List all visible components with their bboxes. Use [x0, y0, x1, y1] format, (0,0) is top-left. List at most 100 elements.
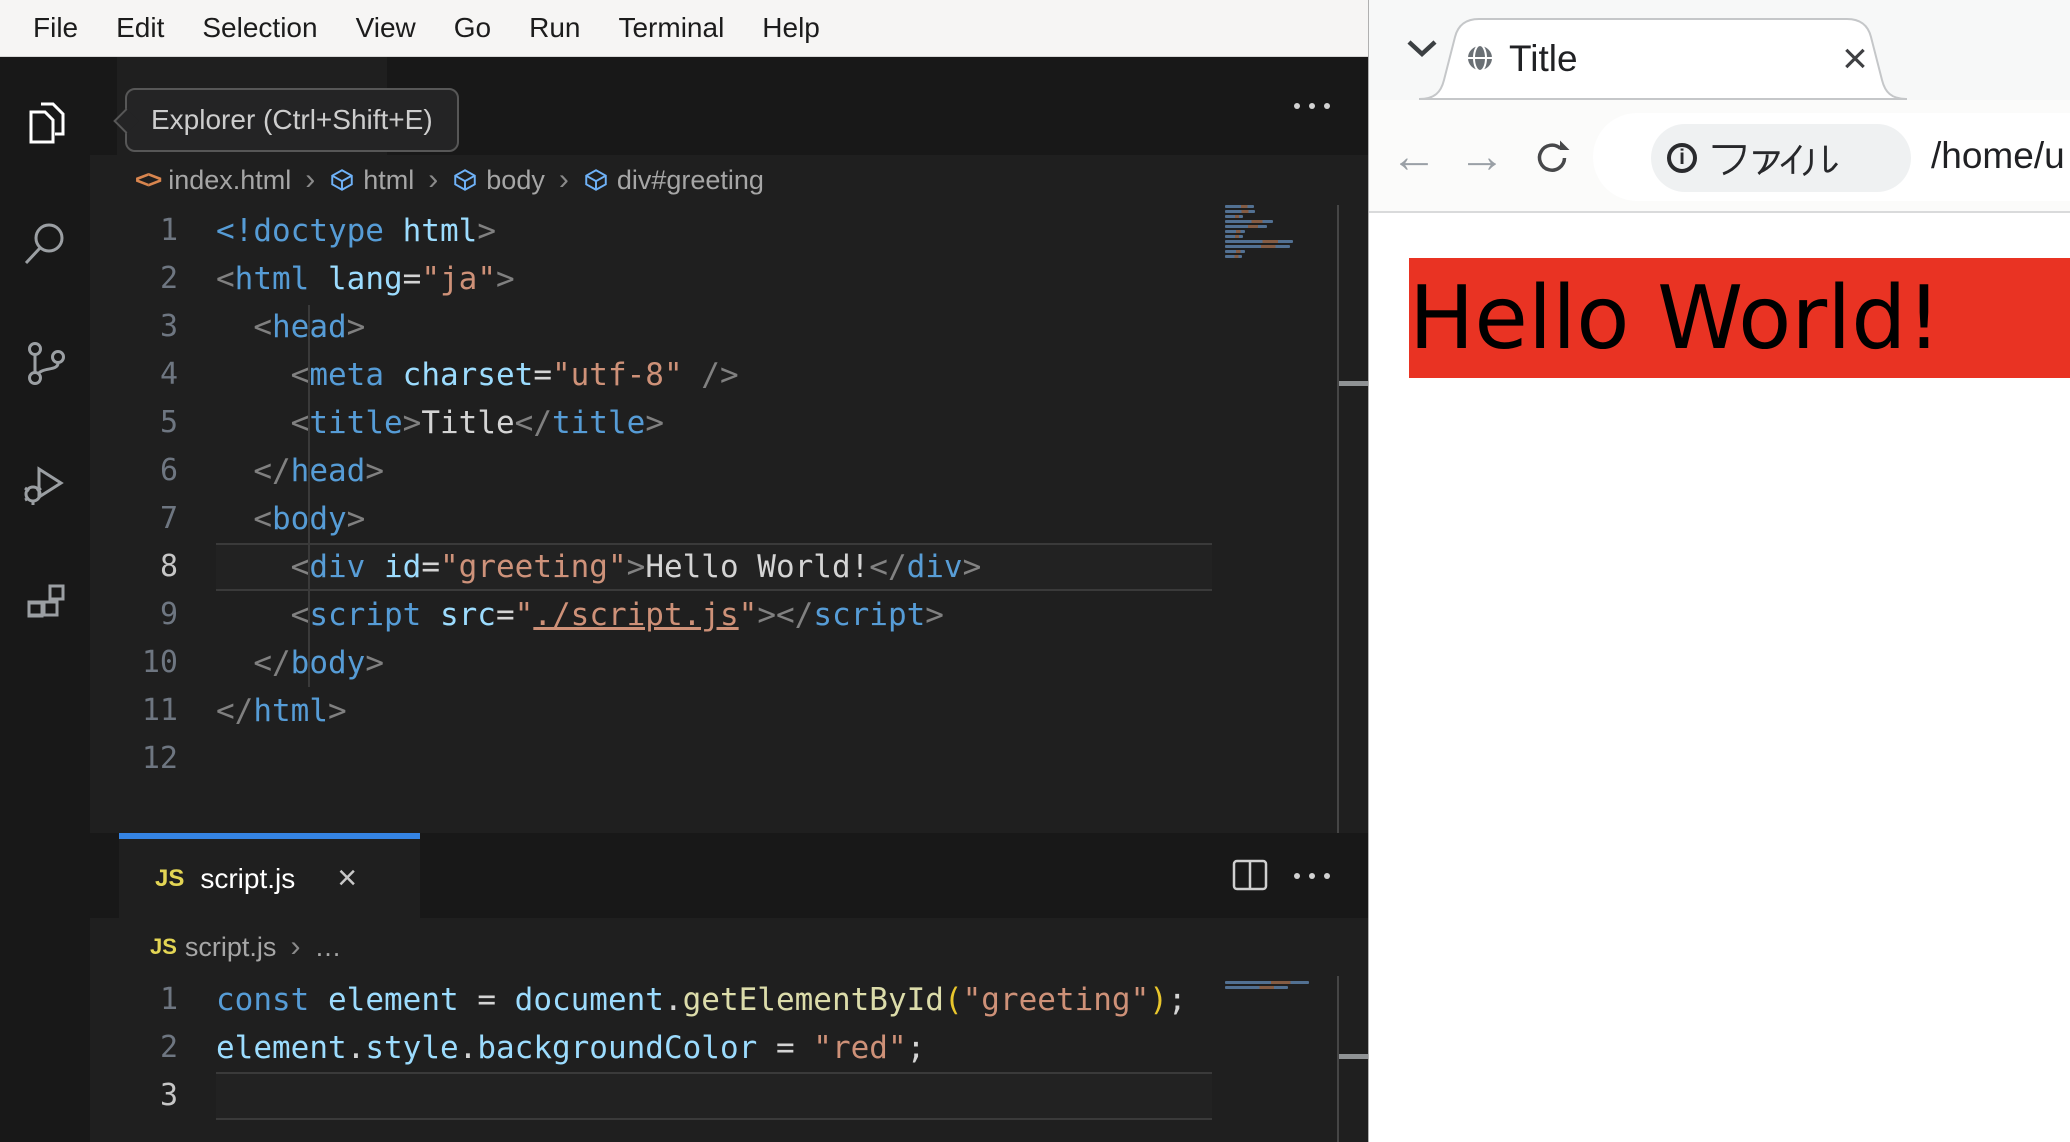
token: "red" [813, 1030, 907, 1066]
code-line[interactable]: 3 [90, 1072, 1368, 1120]
breadcrumb-item[interactable]: html [329, 165, 414, 196]
code-line[interactable]: 1 <!doctype html> [90, 207, 1368, 255]
split-editor-icon[interactable] [1232, 859, 1268, 896]
breadcrumb: <> index.html › html › body › div#greeting [90, 155, 1368, 205]
menu-item-go[interactable]: Go [435, 12, 510, 44]
editor-actions-ellipsis-icon[interactable] [1294, 833, 1330, 918]
tab-label: script.js [200, 862, 296, 894]
code-line[interactable]: 9 <script src="./script.js"></script> [90, 591, 1368, 639]
token: > [757, 597, 776, 633]
token: < [253, 501, 272, 537]
minimap-line [1225, 235, 1243, 238]
token: > [477, 213, 496, 249]
token: </ [253, 453, 291, 489]
token: Title [421, 405, 515, 441]
code-icon: <> [135, 165, 162, 194]
minimap[interactable] [1225, 981, 1315, 996]
breadcrumb-item[interactable]: … [314, 932, 341, 963]
source-control-icon[interactable] [19, 337, 71, 389]
vscode-window: File Edit Selection View Go Run Terminal Help [0, 0, 1368, 1142]
code-text: </html> [216, 687, 347, 735]
search-icon[interactable] [19, 217, 71, 269]
tab-close-icon[interactable]: × [337, 859, 357, 898]
token: > [495, 261, 515, 297]
line-number: 2 [159, 1030, 178, 1065]
line-number: 6 [159, 453, 178, 488]
line-number: 11 [141, 693, 178, 728]
symbol-cube-icon [585, 169, 607, 191]
minimap-line [1225, 250, 1245, 253]
token: > [402, 405, 422, 441]
code-line[interactable]: 5 <title>Title</title> [90, 399, 1368, 447]
breadcrumb-label: index.html [168, 164, 292, 195]
token: < [253, 309, 272, 345]
js-file-icon: JS [150, 934, 177, 959]
reload-icon[interactable] [1533, 139, 1571, 182]
code-text: <meta charset="utf-8" /> [216, 351, 739, 399]
code-line[interactable]: 3 <head> [90, 303, 1368, 351]
code-line[interactable]: 2 element.style.backgroundColor = "red"; [90, 1024, 1368, 1072]
menu-item-view[interactable]: View [337, 12, 435, 44]
code-line[interactable]: 2 <html lang="ja"> [90, 255, 1368, 303]
js-editor-tab-bar: JS script.js × [90, 833, 1368, 918]
code-line[interactable]: 8 <div id="greeting">Hello World!</div> [90, 543, 1368, 591]
extensions-icon[interactable] [19, 577, 71, 629]
token: html [234, 261, 310, 297]
js-code-editor[interactable]: 1 const element = document.getElementById… [90, 976, 1368, 1142]
code-line[interactable]: 4 <meta charset="utf-8" /> [90, 351, 1368, 399]
editor-actions-ellipsis-icon[interactable] [1294, 57, 1330, 155]
scrollbar-divider [1337, 205, 1339, 833]
breadcrumb-label: … [314, 931, 342, 962]
breadcrumb-separator: › [305, 163, 316, 196]
code-line[interactable]: 7 <body> [90, 495, 1368, 543]
tab-search-chevron-down-icon[interactable] [1405, 38, 1439, 65]
token: <!doctype [216, 213, 384, 249]
explorer-files-icon[interactable] [19, 97, 71, 149]
scrollbar-marker[interactable] [1339, 381, 1368, 386]
browser-tab-strip: Title × [1369, 0, 2070, 100]
indent-guide [308, 305, 310, 687]
html-code-editor[interactable]: 1<!doctype html>2<html lang="ja">3 <head… [90, 205, 1368, 833]
menu-item-file[interactable]: File [14, 12, 97, 44]
scrollbar-marker[interactable] [1339, 1054, 1368, 1059]
forward-icon[interactable]: → [1457, 100, 1507, 211]
tab-close-icon[interactable]: × [1831, 19, 1879, 99]
breadcrumb-label: script.js [184, 931, 277, 962]
token: html [383, 213, 478, 249]
breadcrumb-item[interactable]: <> index.html [135, 165, 291, 196]
tab-script-js[interactable]: JS script.js × [119, 833, 420, 918]
code-line[interactable]: 6 </head> [90, 447, 1368, 495]
code-line[interactable]: 10 </body> [90, 639, 1368, 687]
code-line[interactable]: 12 [90, 735, 1368, 783]
menu-item-edit[interactable]: Edit [97, 12, 183, 44]
minimap[interactable] [1225, 205, 1315, 265]
run-debug-icon[interactable] [19, 457, 71, 509]
token: > [719, 357, 739, 393]
code-text: <!doctype html> [216, 207, 496, 255]
code-line[interactable]: 11 </html> [90, 687, 1368, 735]
file-scheme-chip[interactable]: i ファイル [1651, 124, 1911, 192]
chip-label-katakana-art [1712, 144, 1839, 177]
breadcrumb-item[interactable]: body [452, 165, 545, 196]
breadcrumb-item[interactable]: div#greeting [583, 165, 764, 196]
token: " [514, 597, 534, 633]
code-text: <body> [216, 495, 365, 543]
code-text: </head> [216, 447, 384, 495]
token: const [216, 982, 310, 1018]
back-icon[interactable]: ← [1389, 100, 1439, 211]
menu-item-terminal[interactable]: Terminal [599, 12, 743, 44]
breadcrumb-item[interactable]: JS script.js [150, 932, 276, 963]
code-line[interactable]: 1 const element = document.getElementById… [90, 976, 1368, 1024]
token: lang [328, 261, 403, 297]
globe-icon [1464, 42, 1496, 79]
token: html [253, 693, 328, 729]
menu-item-run[interactable]: Run [510, 12, 599, 44]
token: </ [216, 693, 254, 729]
menu-item-help[interactable]: Help [743, 12, 839, 44]
token: "ja" [421, 261, 496, 297]
token: element [216, 1030, 347, 1066]
explorer-tooltip: Explorer (Ctrl+Shift+E) [125, 88, 459, 152]
menu-item-selection[interactable]: Selection [183, 12, 336, 44]
